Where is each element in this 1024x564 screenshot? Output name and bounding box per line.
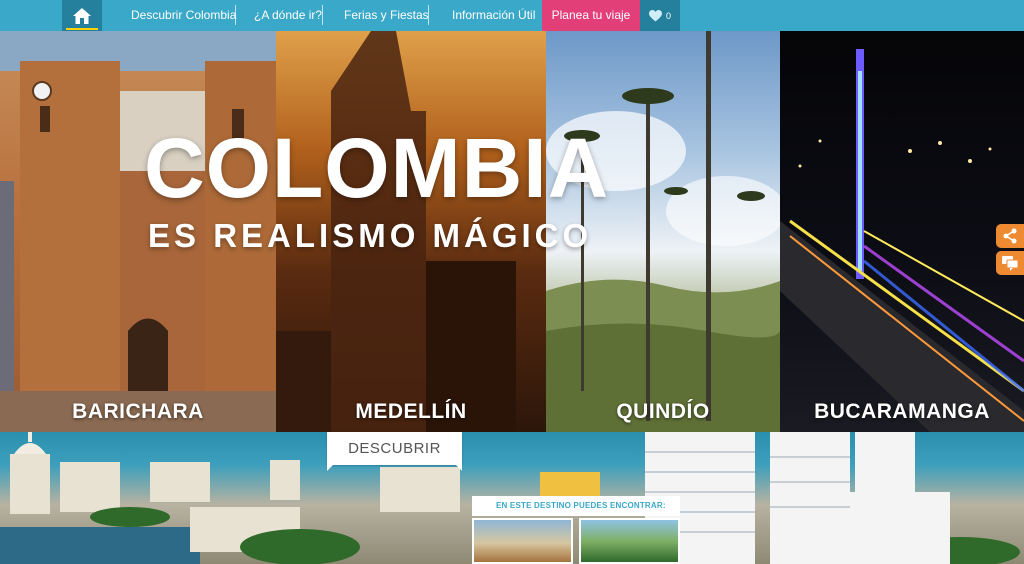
heart-icon [648, 9, 662, 21]
destination-highlights: EN ESTE DESTINO PUEDES ENCONTRAR: [472, 496, 680, 564]
share-icon [1003, 228, 1017, 244]
chat-button[interactable] [996, 251, 1024, 275]
discover-tab[interactable]: DESCUBRIR [327, 432, 462, 471]
nav-divider [235, 5, 236, 25]
home-button[interactable] [62, 0, 102, 31]
nav-descubrir-colombia[interactable]: Descubrir Colombia [131, 0, 236, 31]
share-button[interactable] [996, 224, 1024, 248]
hero-subtitle: ES REALISMO MÁGICO [148, 217, 593, 254]
city-label-bucaramanga: BUCARAMANGA [814, 400, 990, 423]
nav-a-donde-ir[interactable]: ¿A dónde ir? [254, 0, 322, 31]
destination-thumbnail[interactable] [579, 518, 680, 564]
city-label-medellin: MEDELLÍN [355, 400, 467, 423]
plan-trip-button[interactable]: Planea tu viaje [542, 0, 640, 31]
chat-icon [1002, 256, 1019, 271]
destination-thumbnail[interactable] [472, 518, 573, 564]
hero-title: COLOMBIA [144, 121, 610, 215]
bucaramanga-illustration [780, 49, 1024, 432]
hero-banner: BARICHARA MEDELLÍN QUINDÍO BUCARAMANGA C… [0, 31, 1024, 432]
city-label-barichara: BARICHARA [72, 400, 204, 423]
nav-informacion-util[interactable]: Información Útil [452, 0, 535, 31]
nav-divider [322, 5, 323, 25]
favorites-button[interactable]: 0 [640, 0, 680, 31]
destination-thumbnails [472, 518, 680, 564]
nav-ferias-y-fiestas[interactable]: Ferias y Fiestas [344, 0, 429, 31]
top-navigation: Descubrir Colombia ¿A dónde ir? Ferias y… [0, 0, 1024, 31]
home-icon [73, 7, 91, 24]
city-label-quindio: QUINDÍO [616, 400, 710, 423]
panel-bucaramanga[interactable]: BUCARAMANGA [780, 31, 1024, 432]
favorites-count: 0 [665, 10, 671, 21]
nav-divider [428, 5, 429, 25]
destination-heading: EN ESTE DESTINO PUEDES ENCONTRAR: [472, 496, 680, 516]
